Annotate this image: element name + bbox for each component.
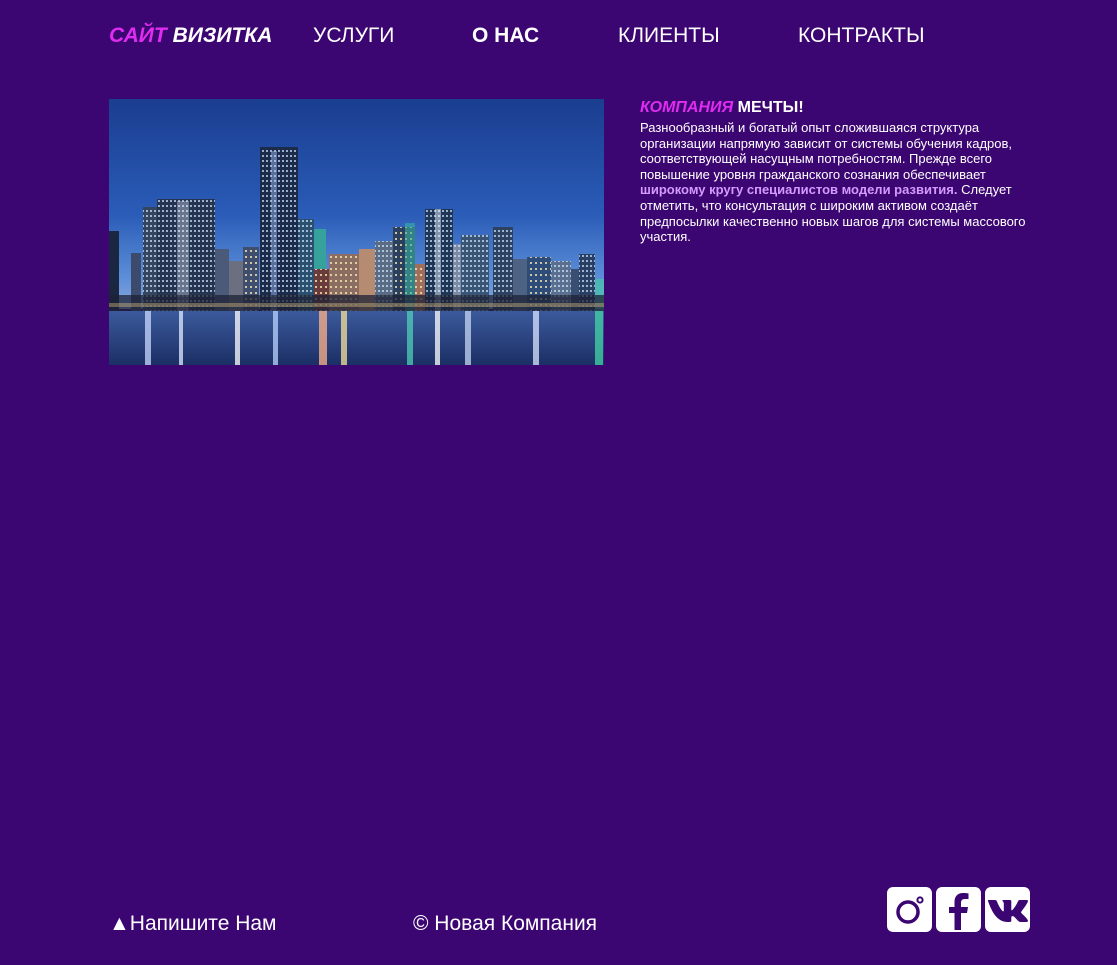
nav-item-services[interactable]: УСЛУГИ bbox=[313, 22, 394, 50]
social-links bbox=[887, 887, 1030, 932]
facebook-icon[interactable] bbox=[936, 887, 981, 932]
about-title-accent: КОМПАНИЯ bbox=[640, 99, 734, 116]
nav-item-about[interactable]: О НАС bbox=[472, 22, 539, 50]
logo-text: ВИЗИТКА bbox=[172, 24, 273, 47]
city-skyline-image bbox=[109, 99, 604, 365]
about-text: Разнообразный и богатый опыт сложившаяся… bbox=[640, 120, 1050, 245]
about-title: КОМПАНИЯ МЕЧТЫ! bbox=[640, 98, 1050, 118]
nav-item-contracts[interactable]: КОНТРАКТЫ bbox=[798, 22, 925, 50]
contact-us-link[interactable]: ▲Напишите Нам bbox=[109, 910, 277, 938]
about-text-highlight: широкому кругу специалистов модели разви… bbox=[640, 182, 958, 198]
site-logo[interactable]: САЙТ ВИЗИТКА bbox=[109, 22, 272, 50]
about-section: КОМПАНИЯ МЕЧТЫ! Разнообразный и богатый … bbox=[640, 98, 1050, 245]
copyright-text: © Новая Компания bbox=[413, 912, 598, 935]
vk-icon[interactable] bbox=[985, 887, 1030, 932]
instagram-icon[interactable] bbox=[887, 887, 932, 932]
about-title-rest: МЕЧТЫ! bbox=[737, 99, 804, 116]
nav-item-clients[interactable]: КЛИЕНТЫ bbox=[618, 22, 720, 50]
logo-accent-text: САЙТ bbox=[109, 24, 167, 47]
about-text-start: Разнообразный и богатый опыт сложившаяся… bbox=[640, 120, 1013, 182]
